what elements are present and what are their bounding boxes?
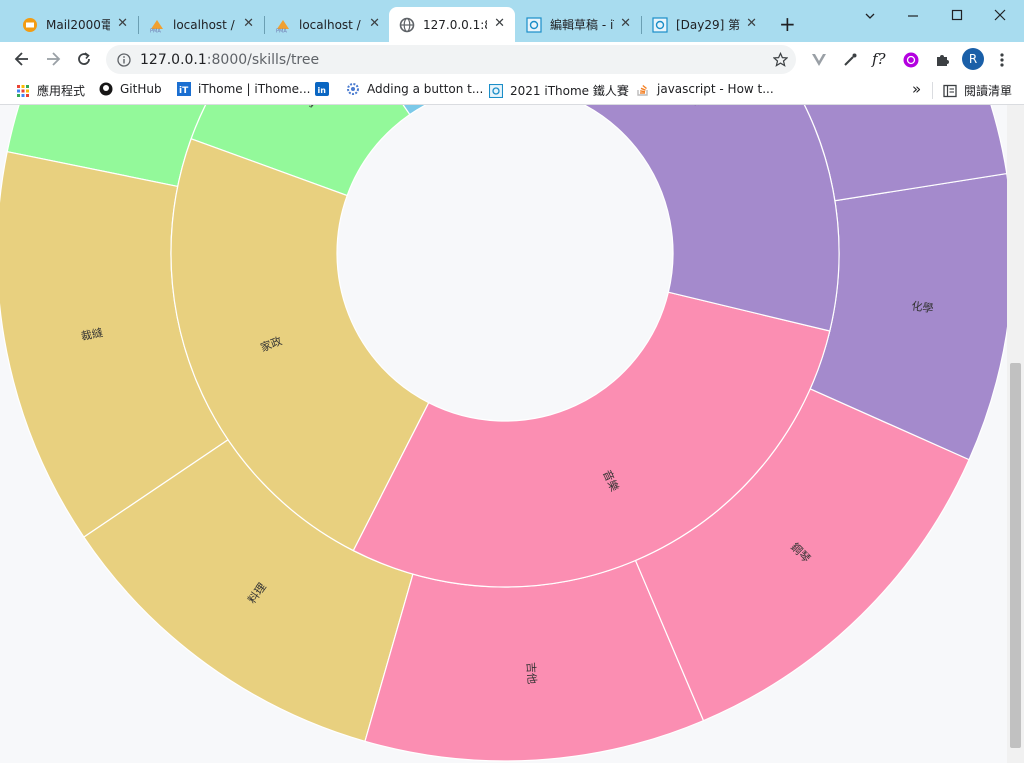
vertical-scrollbar[interactable] [1007,105,1024,763]
browser-tab[interactable]: 編輯草稿 - iT ✕ [516,7,641,42]
bookmark-label: 2021 iThome 鐵人賽 [510,84,629,98]
ithome-icon [526,16,542,33]
apps-grid-icon [17,84,29,97]
ithome-icon [652,16,668,33]
bookmark-github[interactable]: GitHub [99,82,162,96]
new-tab-button[interactable]: + [779,12,796,36]
ithome-icon [489,83,503,98]
vue-devtools-icon[interactable] [811,52,827,68]
bookmark-linkedin[interactable]: in [315,82,336,96]
bookmark-stackoverflow[interactable]: javascript - How t... [636,82,774,96]
url-path: :8000/skills/tree [206,52,320,68]
close-icon[interactable]: ✕ [746,16,757,31]
reload-icon[interactable] [76,51,92,67]
tab-title: [Day29] 第二 [676,18,740,32]
formula-extension-icon[interactable]: f? [872,50,886,68]
svg-text:iT: iT [179,86,189,96]
browser-tab-active[interactable]: 127.0.0.1:80 ✕ [389,7,515,42]
linkedin-icon: in [315,82,329,96]
close-icon[interactable]: ✕ [494,16,505,31]
svg-text:PMA: PMA [150,28,161,33]
bookmarks-more-button[interactable]: » [912,80,921,98]
close-icon[interactable]: ✕ [117,16,128,31]
browser-tab[interactable]: Mail2000電 ✕ [12,7,138,42]
maximize-icon[interactable] [951,9,963,21]
reading-list-label: 閱讀清單 [964,84,1013,98]
reading-list-button[interactable]: 閱讀清單 [943,82,1012,99]
url-host: 127.0.0.1 [140,52,207,68]
tab-title: Mail2000電 [46,18,110,32]
tab-title: 編輯草稿 - iT [550,18,614,32]
info-icon[interactable] [117,53,131,67]
bookmark-adding-button[interactable]: Adding a button t... [346,82,483,96]
browser-tab[interactable]: [Day29] 第二 ✕ [642,7,767,42]
tab-title: localhost / 1 [299,17,363,32]
minimize-icon[interactable] [907,10,919,22]
tab-title: 127.0.0.1:80 [423,17,487,32]
sunburst-chart: 裁縫料理吉他鋼琴化學體育家政音樂學科 [0,105,1014,762]
bookmarks-divider [932,82,933,99]
phpmyadmin-icon: PMA [150,19,163,33]
close-icon[interactable]: ✕ [369,16,380,31]
url-text: 127.0.0.1:8000/skills/tree [140,52,319,68]
bookmark-label: iThome | iThome... [198,82,311,96]
page-content: 裁縫料理吉他鋼琴化學體育家政音樂學科 [0,105,1024,763]
github-icon [99,82,113,96]
gear-icon [347,83,359,95]
bookmark-apps[interactable]: 應用程式 [16,82,85,99]
extensions-puzzle-icon[interactable] [934,52,950,68]
tab-title: localhost / 1 [173,17,237,32]
ithome-icon: iT [177,82,191,96]
phpmyadmin-icon: PMA [276,19,289,33]
eyedropper-icon[interactable] [842,52,858,68]
mail2000-icon [23,17,37,32]
more-vertical-icon[interactable] [997,52,1007,68]
bookmark-label: Adding a button t... [367,82,484,96]
bookmark-label: GitHub [120,82,162,96]
tab-search-chevron-icon[interactable] [864,10,876,22]
forward-arrow-icon[interactable] [45,51,61,67]
close-icon[interactable]: ✕ [243,16,254,31]
bookmark-label: 應用程式 [37,84,86,98]
browser-tab[interactable]: PMA localhost / 1 ✕ [265,7,390,42]
browser-tab[interactable]: PMA localhost / 1 ✕ [139,7,264,42]
bookmark-ithome[interactable]: iT iThome | iThome... [177,82,310,96]
close-icon[interactable]: ✕ [620,16,631,31]
back-arrow-icon[interactable] [14,51,30,67]
close-window-icon[interactable] [994,9,1006,21]
sunburst-outer-label: 吉他 [524,662,538,685]
globe-icon [399,17,415,32]
sunburst-outer-label: 化學 [911,299,935,316]
address-bar[interactable]: 127.0.0.1:8000/skills/tree [106,45,796,74]
stackoverflow-icon [637,84,648,96]
svg-text:PMA: PMA [276,28,287,33]
bookmark-ithome-ironman[interactable]: 2021 iThome 鐵人賽 [489,82,629,99]
tab-strip: Mail2000電 ✕ PMA localhost / 1 ✕ PMA loca… [0,0,1024,42]
reading-list-icon [943,84,957,97]
bookmark-label: javascript - How t... [657,82,774,96]
browser-toolbar: 127.0.0.1:8000/skills/tree f? R [0,42,1024,77]
scrollbar-thumb[interactable] [1010,363,1021,748]
extension-purple-icon[interactable] [903,52,919,68]
svg-text:in: in [318,86,327,95]
profile-avatar[interactable]: R [962,48,984,70]
bookmarks-bar: 應用程式 GitHub iT iThome | iThome... in Add… [0,77,1024,105]
bookmark-star-icon[interactable] [773,52,788,67]
